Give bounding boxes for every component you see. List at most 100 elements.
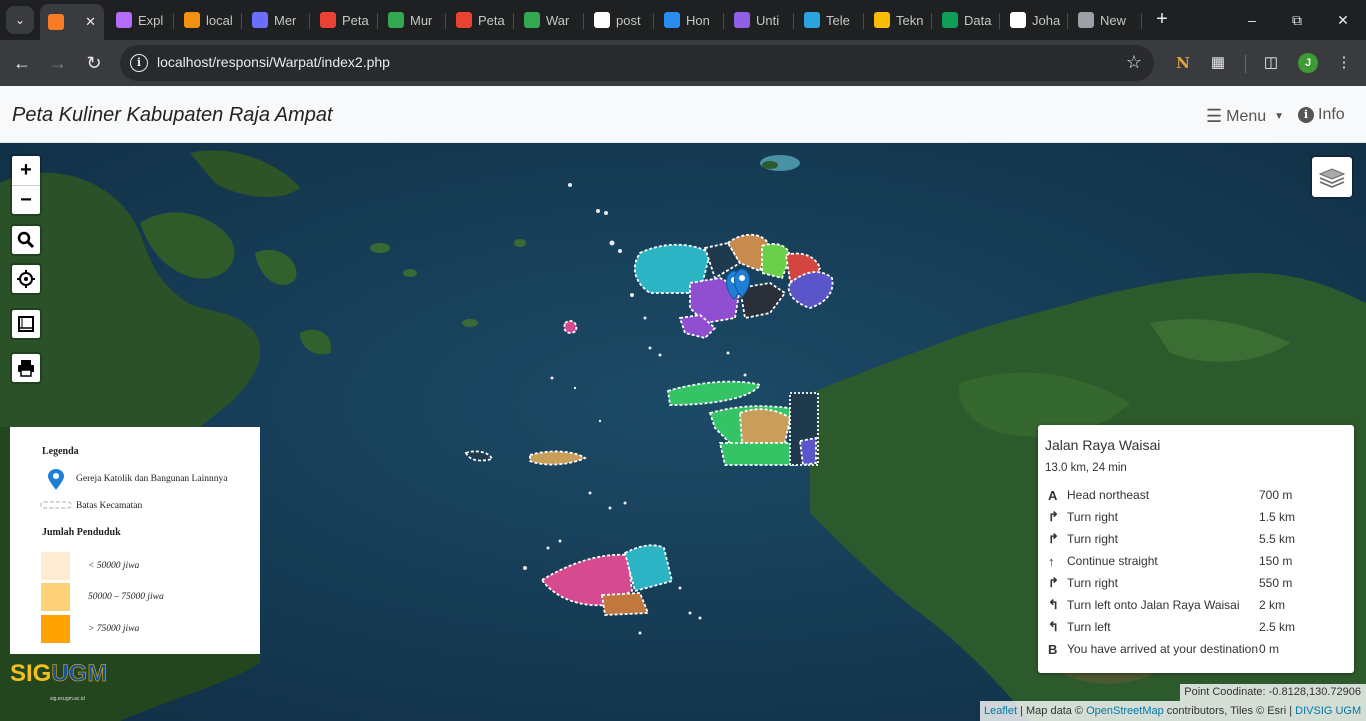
browser-tab[interactable]: Tekn (866, 6, 932, 34)
close-window-icon[interactable]: ✕ (1331, 8, 1355, 32)
hamburger-icon: ☰ (1206, 106, 1223, 126)
route-step-text: Head northeast (1067, 488, 1150, 502)
browser-tab[interactable]: Joha (1002, 6, 1068, 34)
menu-dropdown[interactable]: ☰ Menu ▼ (1206, 106, 1284, 127)
route-step-distance: 5.5 km (1259, 532, 1296, 546)
browser-tab[interactable]: Peta (448, 6, 514, 34)
browser-tab[interactable]: Peta (312, 6, 378, 34)
browser-tab[interactable]: Unti (726, 6, 794, 34)
map-legend: Legenda Gereja Katolik dan Bangunan Lain… (10, 427, 260, 654)
search-button[interactable] (10, 224, 42, 256)
more-menu-icon[interactable]: ⋮ (1333, 52, 1355, 74)
route-step-icon: ↱ (1048, 509, 1059, 524)
tab-label: post (616, 12, 641, 28)
layer-switcher-button[interactable] (1310, 155, 1354, 199)
tab-label: Unti (756, 12, 780, 28)
zoom-control: + − (10, 154, 42, 216)
back-icon[interactable]: ← (9, 50, 35, 76)
browser-tab[interactable]: local (176, 6, 242, 34)
info-button[interactable]: i Info (1298, 106, 1345, 124)
route-step-icon: ↰ (1048, 619, 1059, 634)
browser-tab[interactable]: Expl (108, 6, 174, 34)
route-step[interactable]: B You have arrived at your destination 0 m (1045, 638, 1339, 660)
extension-n-icon[interactable]: N (1172, 52, 1194, 74)
extensions-puzzle-icon[interactable]: ▦ (1207, 52, 1229, 74)
route-step[interactable]: ↰ Turn left onto Jalan Raya Waisai 2 km (1045, 594, 1339, 616)
profile-avatar[interactable]: J (1298, 53, 1318, 73)
xampp-icon (48, 14, 64, 30)
colab-icon (734, 12, 750, 28)
legend-boundary-label: Batas Kecamatan (76, 501, 143, 511)
legend-class-mid: 50000 – 75000 jiwa (88, 592, 164, 602)
divsig-link[interactable]: DIVSIG UGM (1295, 705, 1361, 717)
ruler-icon (18, 316, 34, 332)
route-step-distance: 0 m (1259, 642, 1280, 656)
browser-tab[interactable]: Tele (796, 6, 864, 34)
tab-separator (931, 13, 932, 29)
legend-title: Legenda (42, 446, 79, 457)
tab-label: Mur (410, 12, 433, 28)
locate-button[interactable] (10, 263, 42, 295)
browser-tab[interactable]: Hon (656, 6, 724, 34)
browser-tab[interactable]: ✕ (40, 4, 104, 40)
reload-icon[interactable]: ↻ (81, 50, 107, 76)
pma-icon (184, 12, 200, 28)
restore-icon[interactable]: ⧉ (1285, 8, 1309, 32)
browser-tab[interactable]: War (516, 6, 584, 34)
route-step[interactable]: ↑ Continue straight 150 m (1045, 550, 1339, 572)
address-bar[interactable]: i localhost/responsi/Warpat/index2.php ☆ (120, 45, 1154, 81)
tab-label: Joha (1032, 12, 1061, 28)
route-step[interactable]: ↱ Turn right 550 m (1045, 572, 1339, 594)
canva-icon (664, 12, 680, 28)
route-step[interactable]: A Head northeast 700 m (1045, 484, 1339, 506)
google-maps-icon (388, 12, 404, 28)
bookmark-star-icon[interactable]: ☆ (1126, 52, 1142, 73)
logo-sig: SIG (10, 660, 52, 687)
toolbar-divider (1245, 55, 1246, 73)
browser-tab[interactable]: Mer (244, 6, 310, 34)
browser-tab[interactable]: Mur (380, 6, 446, 34)
route-name: Jalan Raya Waisai (1045, 437, 1161, 453)
route-step[interactable]: ↱ Turn right 1.5 km (1045, 506, 1339, 528)
zoom-in-button[interactable]: + (12, 156, 40, 185)
minimize-icon[interactable]: – (1240, 8, 1264, 32)
new-tab-button[interactable]: + (1152, 8, 1172, 32)
browser-tab[interactable]: New (1070, 6, 1142, 34)
forward-icon[interactable]: → (45, 50, 71, 76)
site-info-icon[interactable]: i (130, 54, 148, 72)
zoom-out-button[interactable]: − (12, 185, 40, 214)
print-button[interactable] (10, 352, 42, 384)
tab-close-icon[interactable]: ✕ (85, 14, 96, 30)
caret-down-icon: ▼ (1274, 111, 1285, 122)
browser-tab[interactable]: post (586, 6, 654, 34)
osm-link[interactable]: OpenStreetMap (1086, 705, 1164, 717)
route-step-text: Continue straight (1067, 554, 1158, 568)
tab-search-dropdown-icon[interactable]: ⌄ (6, 6, 34, 34)
legend-population-title: Jumlah Penduduk (42, 527, 121, 538)
tab-separator (1141, 13, 1142, 29)
route-step[interactable]: ↰ Turn left 2.5 km (1045, 616, 1339, 638)
leaflet-link[interactable]: Leaflet (984, 705, 1017, 717)
tab-label: Peta (478, 12, 505, 28)
top-navbar: Peta Kuliner Kabupaten Raja Ampat ☰ Menu… (0, 86, 1366, 143)
route-step-distance: 700 m (1259, 488, 1293, 502)
route-summary: 13.0 km, 24 min (1045, 462, 1127, 474)
measure-button[interactable] (10, 308, 42, 340)
chrome-icon (1078, 12, 1094, 28)
map-canvas[interactable]: + − Legenda Gereja Katolik dan Bangunan (0, 143, 1366, 721)
legend-class-high: > 75000 jiwa (88, 624, 140, 634)
route-step-text: Turn right (1067, 576, 1118, 590)
google-maps-icon (524, 12, 540, 28)
url-text[interactable]: localhost/responsi/Warpat/index2.php (157, 54, 390, 70)
page-title[interactable]: Peta Kuliner Kabupaten Raja Ampat (12, 104, 333, 127)
tab-separator (1067, 13, 1068, 29)
route-step[interactable]: ↱ Turn right 5.5 km (1045, 528, 1339, 550)
route-step-text: Turn right (1067, 510, 1118, 524)
printer-icon (18, 360, 34, 377)
sigugm-logo: SIGUGM sig.ecugm.ac.id (10, 660, 108, 702)
route-step-icon: A (1048, 487, 1058, 503)
side-panel-icon[interactable]: ◫ (1260, 52, 1282, 74)
logo-site: sig.ecugm.ac.id (50, 696, 85, 702)
browser-tab[interactable]: Data (934, 6, 1000, 34)
route-step-distance: 1.5 km (1259, 510, 1296, 524)
